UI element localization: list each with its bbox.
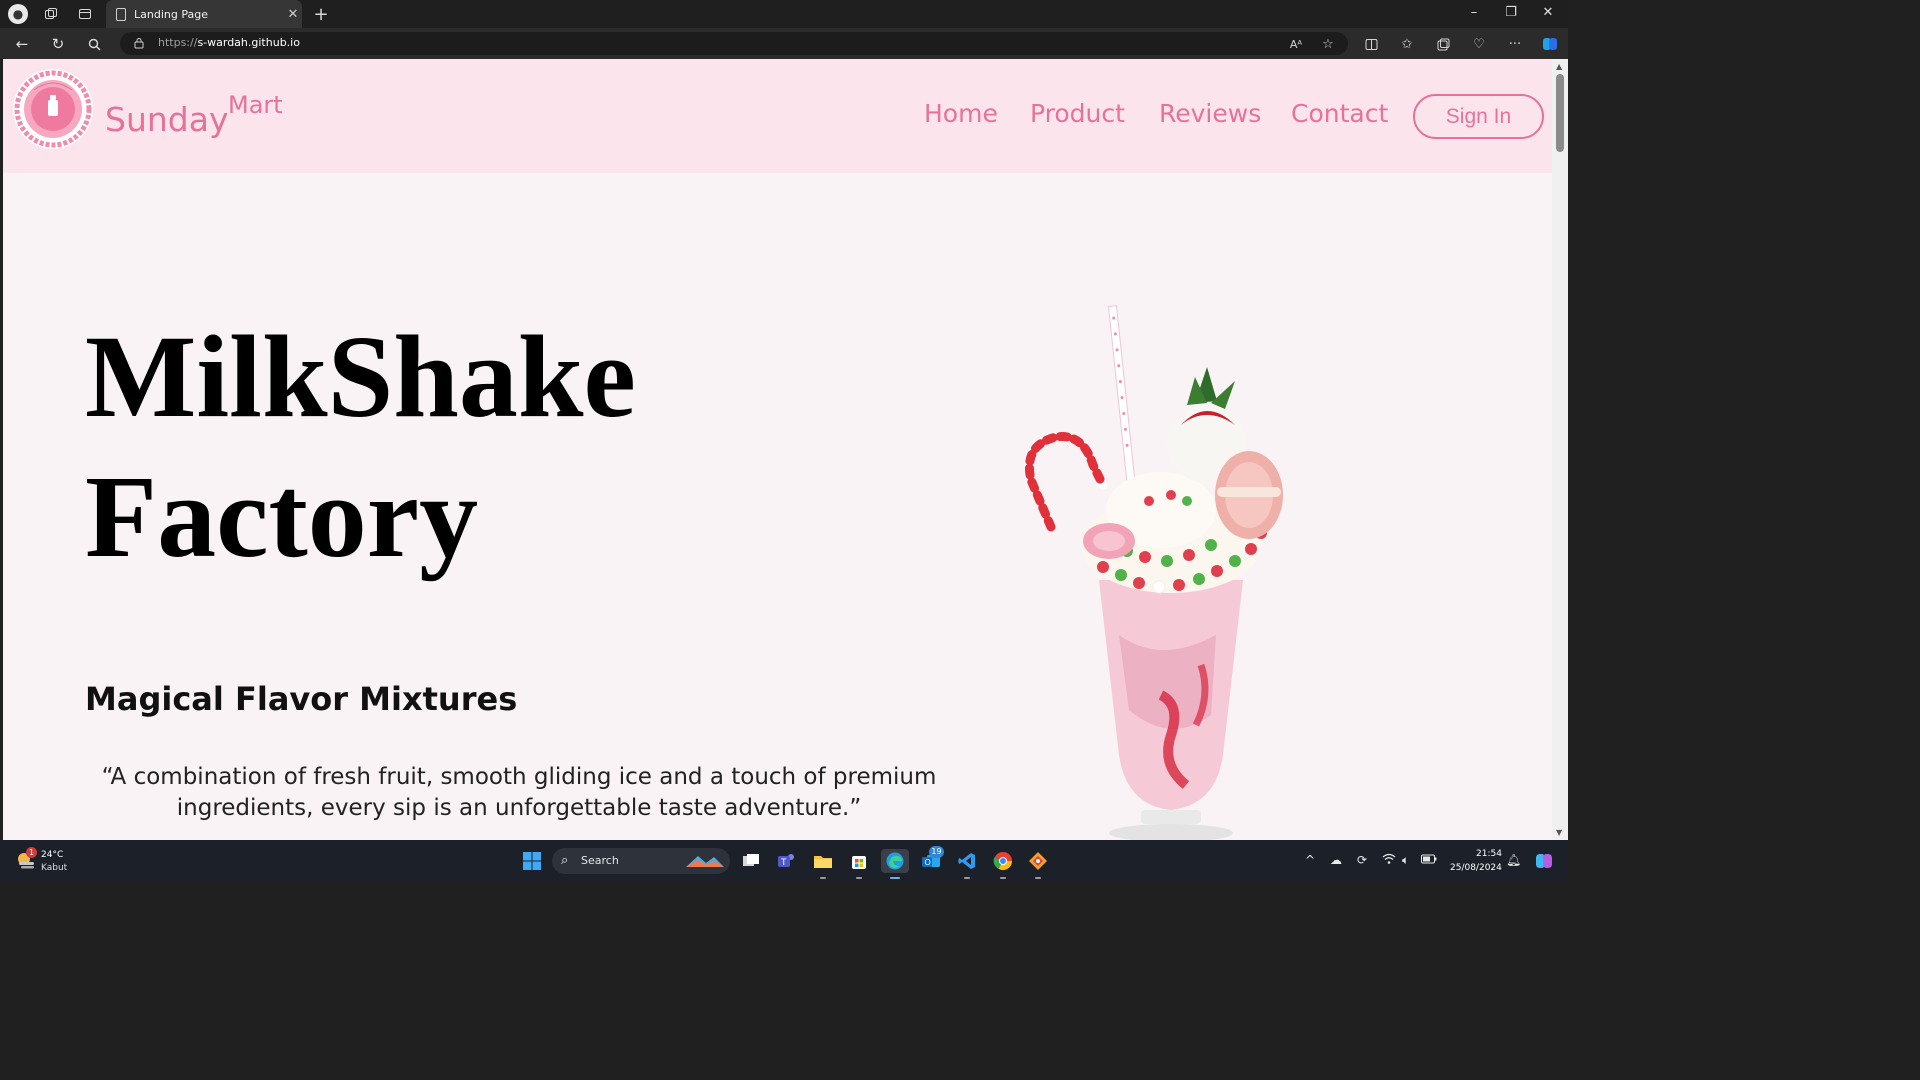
nav-reviews[interactable]: Reviews [1159,99,1261,128]
sign-in-button[interactable]: Sign In [1413,94,1544,139]
chrome-icon[interactable] [991,849,1015,873]
collections-icon[interactable] [1433,34,1453,54]
scroll-up-arrow-icon[interactable]: ▲ [1556,62,1562,71]
wifi-icon[interactable] [1382,853,1396,868]
refresh-icon[interactable]: ↻ [48,34,68,54]
close-window-icon[interactable]: ✕ [1538,5,1558,20]
git-app-icon[interactable] [1026,849,1050,873]
git-app-indicator [1035,877,1041,879]
svg-text:T: T [781,857,787,867]
weather-badge: 1 [26,847,37,858]
taskbar-search-text: Search [581,854,619,867]
hero-quote: “A combination of fresh fruit, smooth gl… [101,764,937,821]
milkshake-image [1025,305,1283,840]
show-hidden-icons-icon[interactable]: ^ [1305,853,1315,867]
copilot-taskbar-icon[interactable] [1532,849,1556,873]
clock-date[interactable]: 25/08/2024 [1450,863,1502,873]
url-text: https://s-wardah.github.io [158,36,300,49]
start-icon[interactable] [520,849,544,873]
onedrive-icon[interactable]: ☁ [1330,853,1342,867]
more-options-icon[interactable]: ··· [1505,34,1525,54]
browser-tab-bar: ● Landing Page ✕ + – ❐ ✕ [0,0,1568,28]
sync-icon[interactable]: ⟳ [1357,853,1367,867]
nav-contact[interactable]: Contact [1291,99,1388,128]
edge-indicator [890,877,900,879]
weather-temperature: 24°C [41,850,64,860]
back-icon[interactable]: ← [12,34,32,54]
copilot-icon[interactable] [1540,34,1560,54]
edge-icon[interactable] [881,849,909,873]
nav-product[interactable]: Product [1030,99,1125,128]
search-icon[interactable] [84,34,104,54]
profile-icon[interactable]: ● [8,4,28,24]
page-scrollbar[interactable]: ▲ ▼ [1552,59,1568,840]
clock-time[interactable]: 21:54 [1476,849,1502,859]
hero-title-line1: MilkShake [85,311,636,442]
task-view-icon[interactable] [739,849,763,873]
vscode-indicator [964,877,970,879]
search-highlight-icon [686,856,724,867]
workspaces-icon[interactable] [42,5,60,23]
vertical-tabs-icon[interactable] [76,5,94,23]
scroll-down-arrow-icon[interactable]: ▼ [1556,828,1562,837]
vscode-icon[interactable] [955,849,979,873]
new-tab-icon[interactable]: + [312,4,330,25]
taskbar-search[interactable]: ⌕ Search [552,848,730,874]
page-viewport: Sunday Mart Home Product Reviews Contact… [3,59,1552,840]
brand-name[interactable]: Sunday [105,100,228,139]
site-header: Sunday Mart Home Product Reviews Contact… [3,59,1552,173]
taskbar-search-icon: ⌕ [561,853,569,868]
scroll-thumb[interactable] [1556,74,1564,152]
split-screen-icon[interactable] [1361,34,1381,54]
brand-subname: Mart [228,91,283,119]
browser-essentials-icon[interactable]: ♡ [1469,34,1489,54]
battery-icon[interactable] [1421,853,1437,867]
file-explorer-icon[interactable] [811,849,835,873]
svg-text:O: O [925,858,931,867]
teams-icon[interactable]: T [775,849,799,873]
chrome-indicator [1000,877,1006,879]
url-field[interactable]: https://s-wardah.github.io [120,32,1348,55]
file-explorer-indicator [820,877,826,879]
minimize-icon[interactable]: – [1464,5,1484,20]
microsoft-store-icon[interactable] [847,849,871,873]
lock-icon[interactable] [134,37,144,49]
restore-icon[interactable]: ❐ [1501,5,1521,20]
tab-title: Landing Page [134,7,208,21]
close-tab-icon[interactable]: ✕ [284,7,302,22]
favorite-star-icon[interactable]: ☆ [1318,34,1338,54]
store-indicator [856,877,862,879]
weather-condition: Kabut [41,863,68,873]
read-aloud-icon[interactable]: Aᴬ [1286,34,1306,54]
favorites-icon[interactable]: ✩ [1397,34,1417,54]
windows-taskbar: 1 24°C Kabut ⌕ Search T O 19 ^ ☁ ⟳ 🔈︎ 21… [0,840,1568,882]
hero-title: MilkShake Factory [85,307,845,587]
nav-home[interactable]: Home [924,99,998,128]
notification-bell-icon[interactable]: 🔔︎ [1506,853,1521,867]
page-icon [116,7,126,21]
address-toolbar: ← ↻ https://s-wardah.github.io Aᴬ ☆ ✩ ♡ … [0,28,1568,59]
outlook-badge: 19 [929,846,944,858]
sunday-mart-logo[interactable] [12,68,94,150]
hero-title-line2: Factory [85,451,479,582]
hero-subtitle: Magical Flavor Mixtures [85,680,518,718]
volume-icon[interactable]: 🔈︎ [1402,853,1409,868]
tab-landing-page[interactable]: Landing Page ✕ [106,0,302,28]
